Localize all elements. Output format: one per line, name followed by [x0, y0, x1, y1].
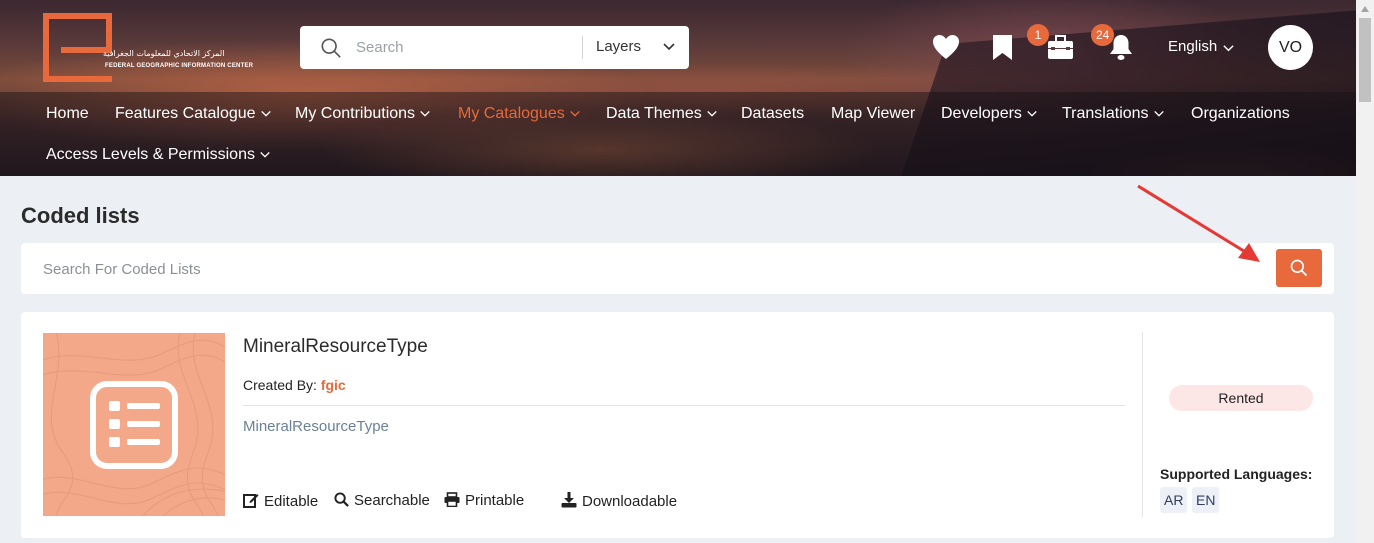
user-avatar[interactable]: VO [1268, 25, 1313, 70]
heart-icon[interactable] [932, 34, 960, 60]
nav-item-features-catalogue[interactable]: Features Catalogue [115, 105, 272, 123]
search-icon [321, 38, 341, 58]
nav-item-map-viewer[interactable]: Map Viewer [831, 105, 915, 123]
coded-list-card[interactable]: MineralResourceType Created By: fgic Min… [21, 312, 1334, 538]
nav-item-home[interactable]: Home [46, 105, 89, 123]
nav-item-organizations[interactable]: Organizations [1191, 105, 1290, 123]
author-link[interactable]: fgic [321, 377, 346, 393]
chevron-down-icon [706, 110, 717, 117]
feature-printable: Printable [444, 492, 524, 509]
coded-list-thumbnail [43, 333, 225, 516]
nav-item-data-themes[interactable]: Data Themes [606, 105, 718, 123]
chevron-down-icon [1153, 110, 1164, 117]
briefcase-icon[interactable] [1047, 35, 1074, 60]
chevron-down-icon [1027, 110, 1037, 117]
chevron-down-icon [260, 151, 270, 158]
chevron-down-icon[interactable] [662, 40, 676, 54]
nav-item-developers[interactable]: Developers [941, 105, 1038, 123]
feature-searchable: Searchable [334, 492, 430, 509]
fgic-logo[interactable]: المركز الاتحادي للمعلومات الجغرافية FEDE… [43, 13, 253, 82]
notifications-badge: 24 [1091, 24, 1115, 46]
nav-item-my-contributions[interactable]: My Contributions [295, 105, 431, 123]
chevron-down-icon [569, 110, 580, 117]
toolbox-badge: 1 [1027, 24, 1049, 46]
edit-icon [243, 494, 259, 508]
logo-arabic-text: المركز الاتحادي للمعلومات الجغرافية [103, 49, 225, 58]
logo-english-text: FEDERAL GEOGRAPHIC INFORMATION CENTER [105, 63, 254, 69]
nav-item-access-levels[interactable]: Access Levels & Permissions [46, 146, 271, 164]
search-divider [582, 36, 583, 59]
language-chip-en: EN [1192, 487, 1220, 513]
nav-item-translations[interactable]: Translations [1062, 105, 1165, 123]
list-icon [90, 381, 178, 469]
card-divider [243, 405, 1125, 406]
created-by: Created By: fgic [243, 377, 346, 393]
status-badge: Rented [1169, 385, 1313, 411]
search-scope-select[interactable]: Layers [596, 38, 641, 55]
scrollbar-thumb[interactable] [1359, 18, 1371, 102]
global-search-input[interactable] [356, 34, 576, 61]
search-button[interactable] [1276, 249, 1322, 287]
printer-icon [444, 492, 460, 508]
chevron-down-icon [420, 110, 430, 117]
feature-downloadable: Downloadable [561, 492, 677, 510]
language-selector[interactable]: English [1168, 38, 1217, 55]
card-vertical-divider [1142, 332, 1143, 517]
coded-lists-search-input[interactable] [43, 257, 943, 281]
page-scrollbar[interactable] [1356, 0, 1374, 543]
bookmark-icon[interactable] [992, 34, 1013, 61]
chevron-down-icon [260, 110, 271, 117]
scroll-up-arrow-icon[interactable] [1361, 6, 1369, 12]
search-icon [1290, 259, 1308, 277]
nav-item-my-catalogues[interactable]: My Catalogues [458, 105, 581, 123]
page-title: Coded lists [21, 203, 140, 228]
chevron-down-icon[interactable] [1222, 42, 1235, 55]
feature-editable: Editable [243, 492, 318, 510]
created-by-label: Created By: [243, 377, 317, 393]
download-icon [561, 492, 577, 508]
coded-list-title[interactable]: MineralResourceType [243, 336, 428, 358]
coded-list-description: MineralResourceType [243, 418, 389, 435]
nav-item-datasets[interactable]: Datasets [741, 105, 804, 123]
language-chip-ar: AR [1160, 487, 1188, 513]
annotation-arrow [1137, 184, 1260, 262]
header-banner: المركز الاتحادي للمعلومات الجغرافية FEDE… [0, 0, 1356, 176]
global-search: Layers [300, 26, 689, 69]
supported-languages-label: Supported Languages: [1160, 466, 1313, 482]
search-icon [334, 492, 349, 507]
